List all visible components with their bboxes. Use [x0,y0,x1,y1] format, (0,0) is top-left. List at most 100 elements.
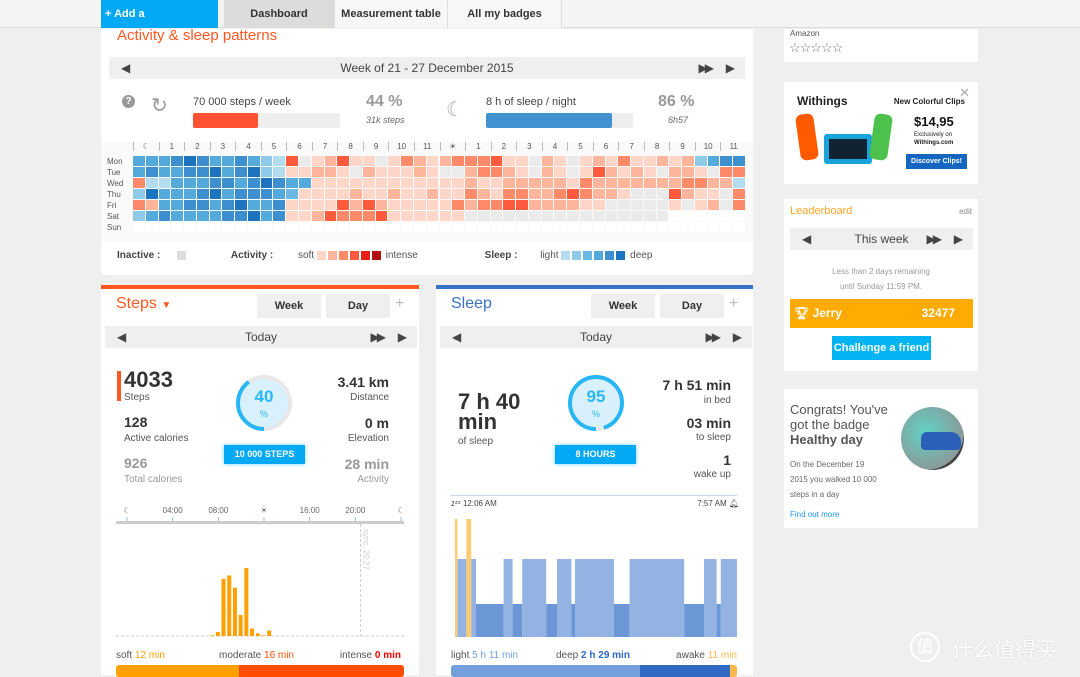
steps-count-label: Steps [124,392,150,403]
heatmap-cell [426,200,439,210]
heatmap-cell [375,178,388,188]
steps-latest-icon[interactable]: ▶▶ [371,326,387,348]
green-clip-image [868,112,894,162]
sleep-add-icon[interactable]: + [729,295,738,313]
heatmap-cell [631,222,643,232]
heatmap-cell [656,156,669,166]
heatmap-cell [579,222,592,232]
wakeups-label: wake up [693,469,731,480]
heatmap-cell [260,200,273,210]
next-week-icon[interactable]: ▶ [726,57,735,79]
help-icon[interactable]: ? [122,95,135,108]
time-to-sleep: 03 min [686,415,731,431]
heatmap-cell [592,178,605,188]
heatmap-cell [567,211,579,221]
total-calories-label: Total calories [124,474,183,485]
sleep-next-icon[interactable]: ▶ [733,326,742,348]
heatmap-cell [733,156,745,166]
heatmap-cell [158,200,171,210]
heatmap-cell [707,222,720,232]
activity-duration-label: Activity [357,474,389,485]
sleep-week-button[interactable]: Week [591,294,655,318]
heatmap-cell [682,178,694,188]
heatmap-cell [209,189,222,199]
heatmap-cell [579,156,592,166]
star-rating[interactable]: ☆☆☆☆☆ [789,40,843,56]
heatmap-cell [247,178,260,188]
leaderboard-prev-icon[interactable]: ◀ [802,228,811,250]
heatmap-cell [350,222,362,232]
heatmap-cell [567,189,579,199]
sleep-swatch [583,250,593,260]
sleep-segment-light [629,559,685,637]
heatmap-cell [656,178,669,188]
heatmap-cell [401,167,413,177]
heatmap-cell [222,156,235,166]
leaderboard-entry[interactable]: 🏆︎ Jerry 32477 [790,299,973,328]
heatmap-cell [579,178,592,188]
heatmap-cell [490,189,503,199]
sleep-latest-icon[interactable]: ▶▶ [706,326,722,348]
steps-day-button[interactable]: Day [326,294,390,318]
heatmap-cell [592,200,605,210]
activity-swatch [316,250,326,260]
heatmap-cell [720,167,733,177]
moon-icon: ☾ [446,99,464,121]
heatmap-hour-label: 8 [643,142,670,151]
heatmap-cell [362,178,375,188]
heatmap-cell [707,178,720,188]
alarm-bell-icon: 🔔︎ [728,499,739,508]
ad-brand: Withings [797,94,848,108]
intense-value: 0 min [374,650,401,661]
sleep-day-button[interactable]: Day [660,294,724,318]
leaderboard-navigator: ◀ This week ▶▶ ▶ [790,228,973,250]
steps-pct: 40 [254,387,274,406]
heatmap-hour-label: 10 [694,142,721,151]
discover-clips-button[interactable]: Discover Clips! [906,154,967,169]
sleep-date-label: Today [579,330,613,344]
activity-swatch [338,250,348,260]
heatmap-cell [643,211,656,221]
steps-goal-bar [193,113,340,128]
heatmap-cell [618,189,631,199]
steps-title[interactable]: Steps ▼ [116,295,171,313]
sleep-segment-deep [684,604,704,637]
heatmap-cell [733,222,745,232]
sleep-prev-icon[interactable]: ◀ [452,326,461,348]
leaderboard-next-icon[interactable]: ▶ [954,228,963,250]
heatmap-cell [388,222,401,232]
heatmap-cell [324,178,337,188]
steps-axis-tick-label: 16:00 [300,506,321,515]
steps-prev-icon[interactable]: ◀ [117,326,126,348]
heatmap-cell [273,167,286,177]
heatmap-cell [375,189,388,199]
amazon-card: Amazon ☆☆☆☆☆ [784,29,978,62]
steps-bar [250,628,255,636]
heatmap-cell [401,189,413,199]
tab-dashboard[interactable]: Dashboard [224,0,335,28]
steps-goal-pct: 44 % [366,93,403,110]
tab-measurement-table[interactable]: Measurement table [335,0,448,28]
sleep-segment-light [557,559,572,637]
activity-swatch [327,250,337,260]
steps-add-icon[interactable]: + [395,295,404,313]
leader-score: 32477 [921,306,955,320]
steps-week-button[interactable]: Week [257,294,321,318]
steps-next-icon[interactable]: ▶ [398,326,407,348]
find-out-more-link[interactable]: Find out more [790,510,839,519]
ad-close-icon[interactable]: ✕ [959,85,970,101]
latest-week-icon[interactable]: ▶▶ [699,57,715,79]
prev-week-icon[interactable]: ◀ [121,57,130,79]
heatmap-cell [682,200,694,210]
tab-all-my-badges[interactable]: All my badges [448,0,562,28]
intense-summary: intense 0 min [340,650,401,661]
heatmap-cell [490,222,503,232]
moderate-summary: moderate 16 min [219,650,294,661]
sleep-goal: 8 h of sleep / night [486,96,576,108]
challenge-friend-button[interactable]: Challenge a friend [832,336,931,360]
heatmap-cell [299,156,311,166]
add-measurement-button[interactable]: + Add a measurement [101,0,218,48]
leaderboard-edit-link[interactable]: edit [959,207,972,216]
leaderboard-latest-icon[interactable]: ▶▶ [927,228,943,250]
withings-ad[interactable]: Withings New Colorful Clips ✕ $14,95 Exc… [784,82,978,184]
